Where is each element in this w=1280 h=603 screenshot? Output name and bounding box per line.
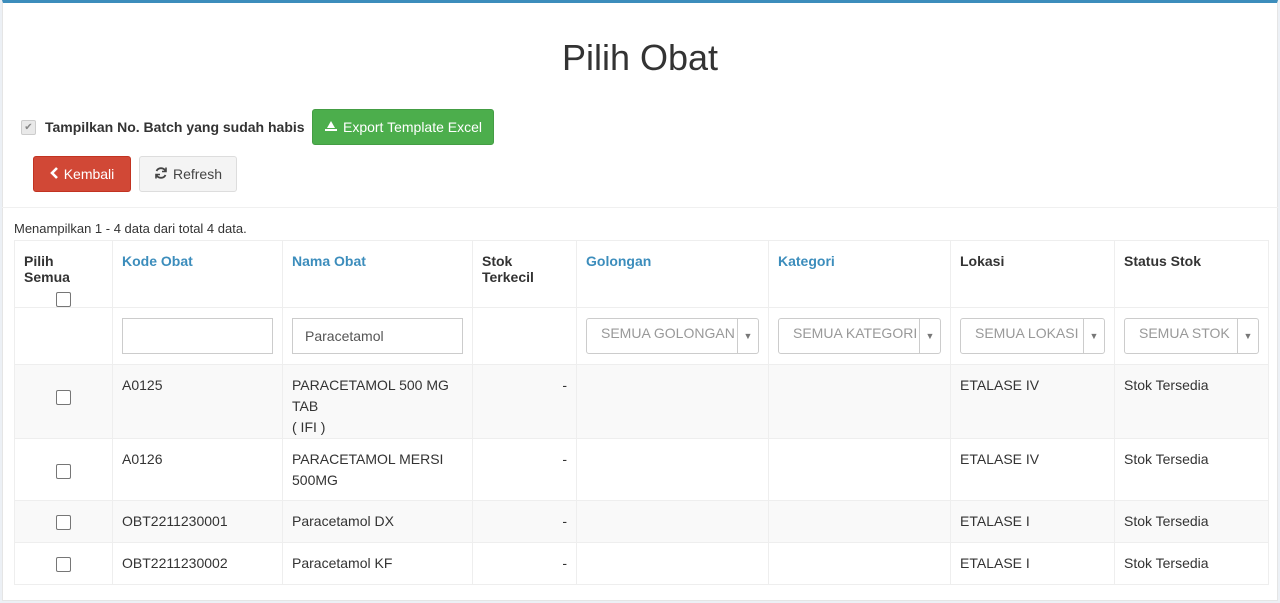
caret-down-icon: ▼: [737, 319, 758, 353]
show-batch-checkbox[interactable]: ✔: [21, 119, 36, 135]
filter-row: Paracetamol SEMUA GOLONGAN ▼ SEMUA KATEG…: [14, 307, 1269, 365]
kategori-filter-value: SEMUA KATEGORI: [793, 325, 918, 341]
divider: [2, 207, 1278, 208]
cell-nama: Paracetamol DX: [282, 500, 473, 543]
col-kategori[interactable]: Kategori: [768, 240, 951, 308]
back-button[interactable]: Kembali: [33, 156, 131, 192]
table-row: A0126 PARACETAMOL MERSI 500MG - ETALASE I…: [14, 438, 1269, 501]
medicine-table: Pilih Semua Kode Obat Nama Obat Stok Ter…: [14, 240, 1269, 585]
cell-kode: A0126: [112, 438, 283, 501]
table-header-row: Pilih Semua Kode Obat Nama Obat Stok Ter…: [14, 240, 1269, 308]
nama-line-1: PARACETAMOL 500 MG TAB: [292, 377, 449, 414]
refresh-button[interactable]: Refresh: [139, 156, 237, 192]
cell-kategori: [768, 438, 951, 501]
cell-nama: PARACETAMOL MERSI 500MG: [282, 438, 473, 501]
cell-lokasi: ETALASE I: [950, 542, 1115, 585]
data-summary: Menampilkan 1 - 4 data dari total 4 data…: [14, 221, 247, 236]
cell-kategori: [768, 542, 951, 585]
select-all-label: Pilih Semua: [24, 253, 70, 285]
cell-lokasi: ETALASE IV: [950, 364, 1115, 439]
row-checkbox[interactable]: [56, 515, 71, 530]
kategori-filter-select[interactable]: SEMUA KATEGORI ▼: [778, 318, 941, 354]
filter-empty: [472, 307, 577, 365]
export-template-label: Export Template Excel: [342, 119, 483, 135]
filter-empty: [14, 307, 113, 365]
cell-status: Stok Tersedia: [1114, 500, 1269, 543]
col-golongan[interactable]: Golongan: [576, 240, 769, 308]
cell-kode: OBT2211230001: [112, 500, 283, 543]
col-select-all: Pilih Semua: [14, 240, 113, 308]
cell-golongan: [576, 542, 769, 585]
lokasi-filter-value: SEMUA LOKASI: [975, 325, 1079, 341]
col-lokasi: Lokasi: [950, 240, 1115, 308]
cell-nama: Paracetamol KF: [282, 542, 473, 585]
cell-kategori: [768, 500, 951, 543]
col-nama-obat[interactable]: Nama Obat: [282, 240, 473, 308]
cell-kategori: [768, 364, 951, 439]
table-row: OBT2211230001 Paracetamol DX - ETALASE I…: [14, 500, 1269, 543]
cell-kode: OBT2211230002: [112, 542, 283, 585]
cell-nama: PARACETAMOL 500 MG TAB ( IFI ): [282, 364, 473, 439]
caret-down-icon: ▼: [1237, 319, 1258, 353]
col-status-stok: Status Stok: [1114, 240, 1269, 308]
cell-stok: -: [472, 500, 577, 543]
cell-stok: -: [472, 542, 577, 585]
show-batch-toggle[interactable]: ✔ Tampilkan No. Batch yang sudah habis: [21, 109, 305, 145]
row-checkbox[interactable]: [56, 557, 71, 572]
cell-status: Stok Tersedia: [1114, 364, 1269, 439]
chevron-left-icon: [49, 166, 59, 182]
row-checkbox[interactable]: [56, 464, 71, 479]
nama-line-2: 500MG: [292, 472, 338, 488]
cell-stok: -: [472, 438, 577, 501]
golongan-filter-select[interactable]: SEMUA GOLONGAN ▼: [586, 318, 759, 354]
status-filter-select[interactable]: SEMUA STOK ▼: [1124, 318, 1259, 354]
col-stok-terkecil: Stok Terkecil: [472, 240, 577, 308]
lokasi-filter-select[interactable]: SEMUA LOKASI ▼: [960, 318, 1105, 354]
cell-status: Stok Tersedia: [1114, 542, 1269, 585]
nama-obat-filter-input[interactable]: Paracetamol: [292, 318, 463, 354]
show-batch-label: Tampilkan No. Batch yang sudah habis: [45, 119, 305, 135]
table-row: A0125 PARACETAMOL 500 MG TAB ( IFI ) - ET…: [14, 364, 1269, 439]
status-filter-value: SEMUA STOK: [1139, 325, 1230, 341]
refresh-icon: [154, 166, 168, 183]
export-template-button[interactable]: Export Template Excel: [312, 109, 494, 145]
cell-golongan: [576, 438, 769, 501]
back-label: Kembali: [63, 166, 115, 182]
cell-lokasi: ETALASE I: [950, 500, 1115, 543]
cell-status: Stok Tersedia: [1114, 438, 1269, 501]
cell-golongan: [576, 500, 769, 543]
nama-line-2: ( IFI ): [292, 419, 326, 435]
refresh-label: Refresh: [172, 166, 223, 182]
file-excel-icon: [324, 119, 338, 135]
nama-line-1: PARACETAMOL MERSI: [292, 451, 444, 467]
select-all-checkbox[interactable]: [56, 292, 71, 307]
page-title: Pilih Obat: [561, 37, 719, 78]
col-kode-obat[interactable]: Kode Obat: [112, 240, 283, 308]
cell-stok: -: [472, 364, 577, 439]
caret-down-icon: ▼: [919, 319, 940, 353]
cell-lokasi: ETALASE IV: [950, 438, 1115, 501]
row-checkbox[interactable]: [56, 390, 71, 405]
kode-obat-filter-input[interactable]: [122, 318, 273, 354]
caret-down-icon: ▼: [1083, 319, 1104, 353]
golongan-filter-value: SEMUA GOLONGAN: [601, 325, 735, 341]
table-row: OBT2211230002 Paracetamol KF - ETALASE I…: [14, 542, 1269, 585]
cell-kode: A0125: [112, 364, 283, 439]
cell-golongan: [576, 364, 769, 439]
